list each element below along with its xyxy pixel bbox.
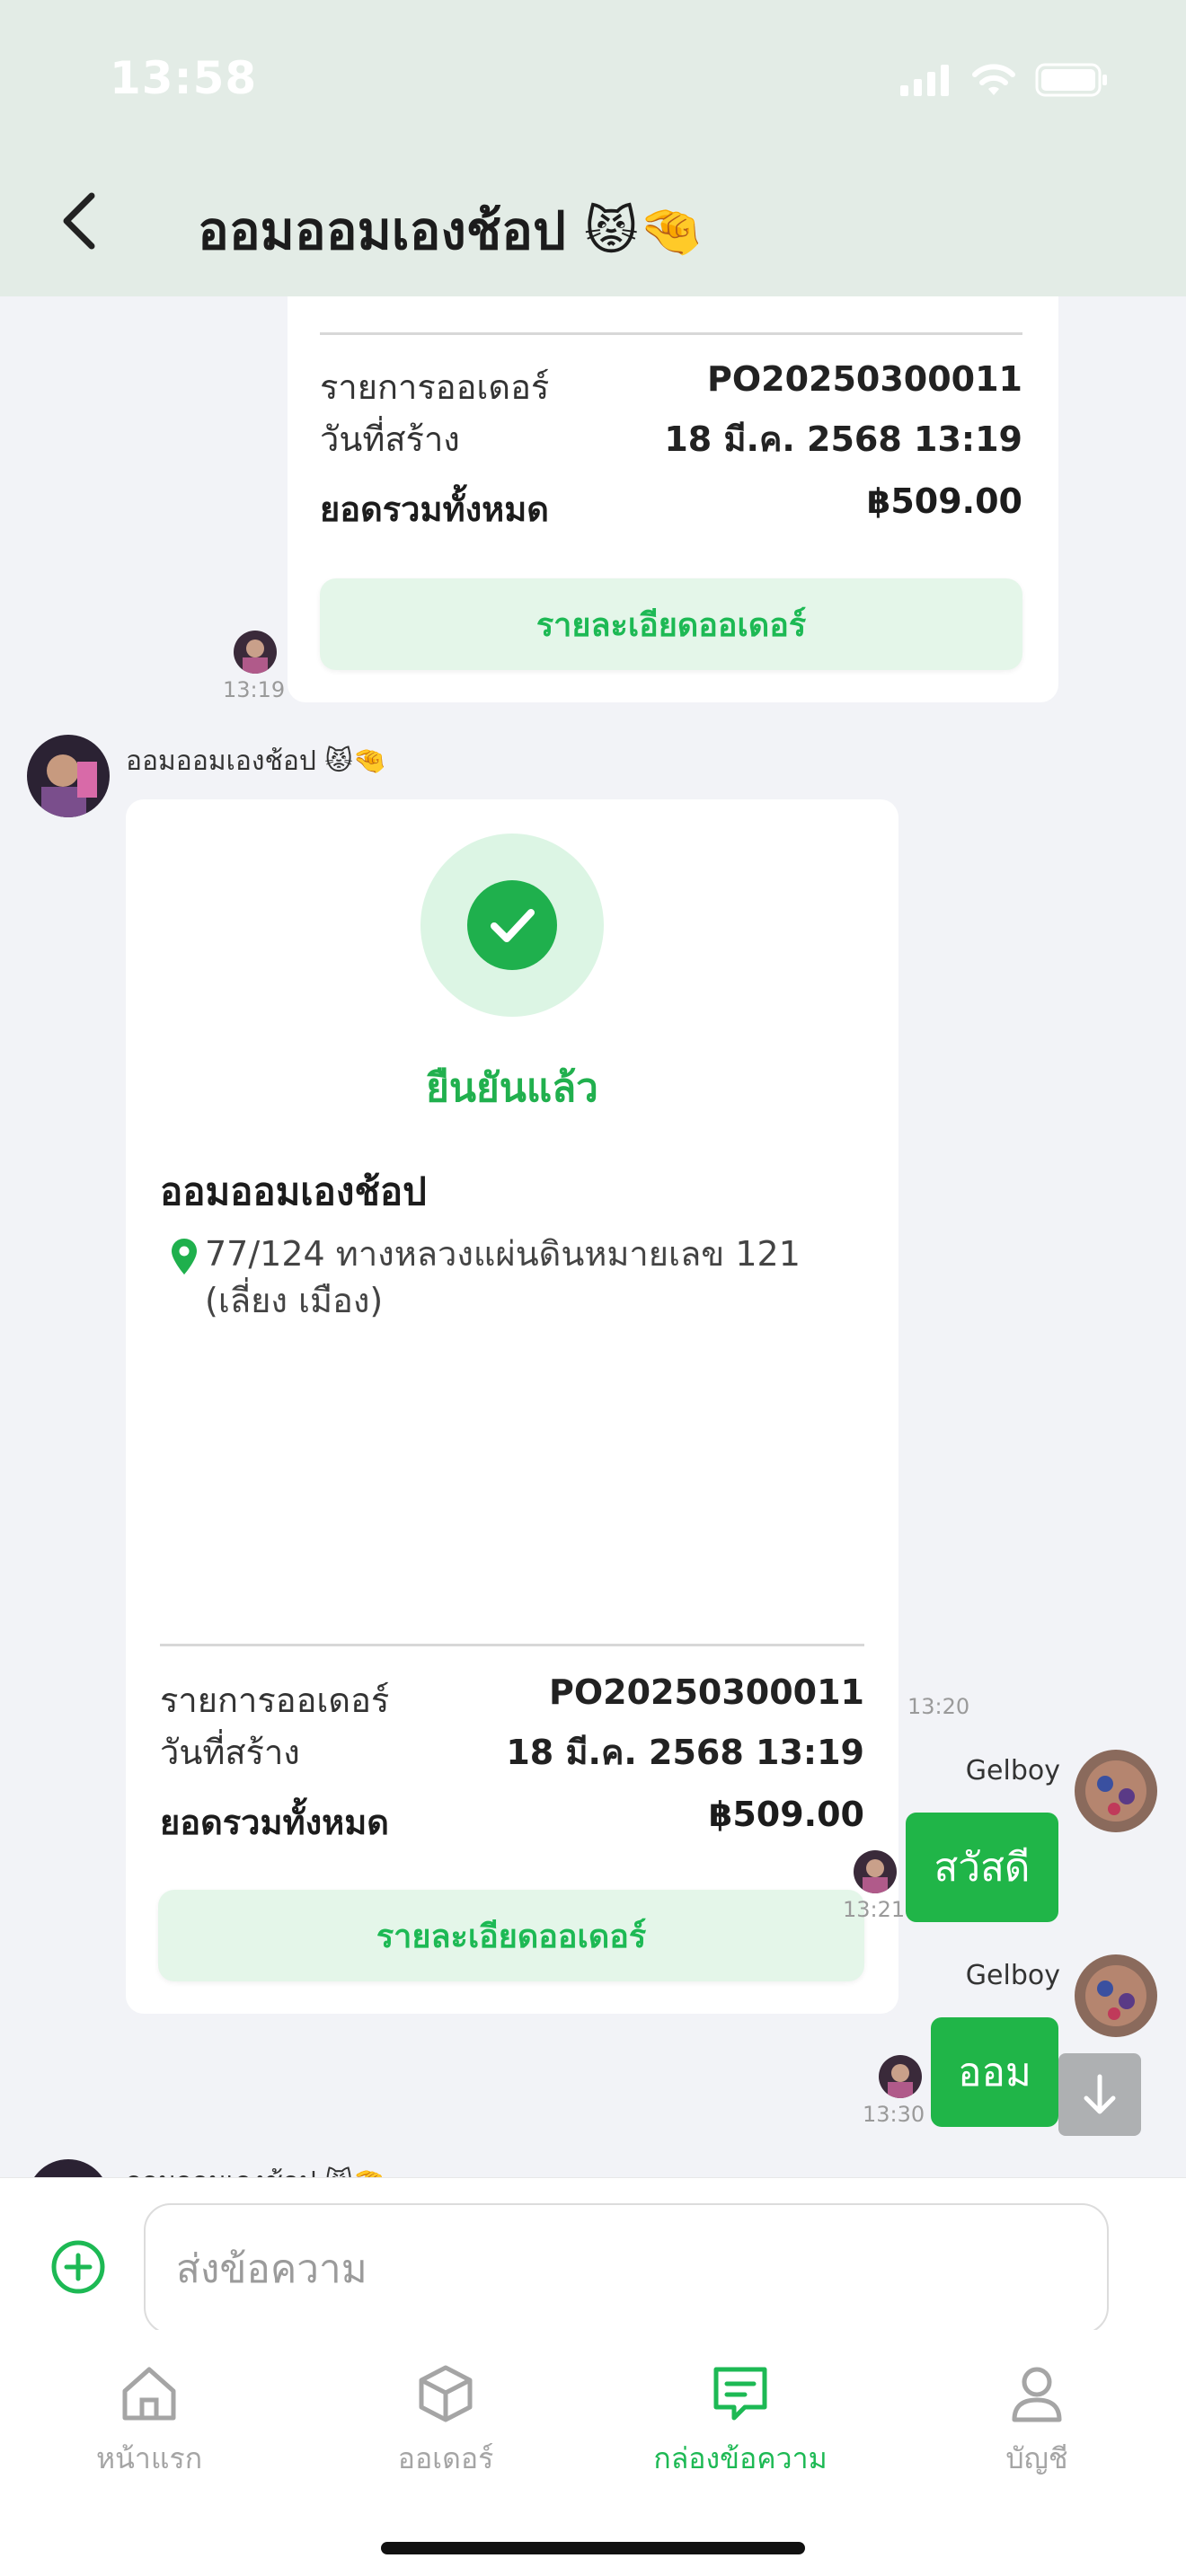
- status-bar: 13:58: [0, 0, 1186, 158]
- shop-avatar[interactable]: [27, 735, 110, 817]
- home-icon: [122, 2367, 176, 2421]
- read-avatar: [854, 1850, 897, 1893]
- wifi-icon: [972, 64, 1015, 95]
- nav-item-inbox[interactable]: กล่องข้อความ: [624, 2362, 857, 2482]
- order-total-value: ฿509.00: [866, 481, 1022, 521]
- user-sender-name: Gelboy: [965, 1755, 1060, 1786]
- order-date-row: วันที่สร้าง 18 มี.ค. 2568 13:19: [160, 1725, 864, 1779]
- read-avatar: [879, 2055, 922, 2098]
- message-timestamp: 13:19: [223, 677, 286, 702]
- nav-label: ออเดอร์: [397, 2441, 494, 2475]
- scroll-to-bottom-button[interactable]: [1058, 2053, 1141, 2136]
- order-total-row: ยอดรวมทั้งหมด ฿509.00: [320, 481, 1022, 536]
- order-status: ยืนยันแล้ว: [426, 1065, 598, 1111]
- bottom-nav: หน้าแรก ออเดอร์ กล่องข้อความ บัญชี: [0, 2330, 1186, 2576]
- nav-item-account[interactable]: บัญชี: [920, 2362, 1154, 2482]
- card-divider: [320, 332, 1022, 335]
- order-number-value: PO20250300011: [549, 1672, 864, 1712]
- order-total-row: ยอดรวมทั้งหมด ฿509.00: [160, 1795, 864, 1849]
- order-number-label: รายการออเดอร์: [160, 1681, 390, 1720]
- order-date-value: 18 มี.ค. 2568 13:19: [506, 1733, 864, 1772]
- order-date-label: วันที่สร้าง: [320, 419, 460, 459]
- read-avatar: [234, 631, 277, 674]
- nav-label: หน้าแรก: [95, 2441, 203, 2475]
- chat-bubble-outgoing[interactable]: สวัสดี: [906, 1813, 1058, 1922]
- nav-label: กล่องข้อความ: [653, 2441, 828, 2475]
- shop-name: ออมออมเองช้อป: [160, 1169, 427, 1213]
- add-attachment-icon[interactable]: [50, 2239, 106, 2295]
- shop-sender-name: ออมออมเองช้อป 😾🤏: [126, 2161, 386, 2177]
- nav-item-orders[interactable]: ออเดอร์: [329, 2362, 562, 2482]
- status-time: 13:58: [110, 52, 258, 104]
- message-timestamp: 13:21: [843, 1897, 906, 1922]
- order-date-row: วันที่สร้าง 18 มี.ค. 2568 13:19: [320, 411, 1022, 466]
- top-header: 13:58 ออมออมเองช้อป 😾🤏: [0, 0, 1186, 296]
- message-input[interactable]: [144, 2203, 1109, 2334]
- status-icons: [898, 63, 1109, 97]
- shop-address: 77/124 ทางหลวงแผ่นดินหมายเลข 121 (เลี่ยง…: [205, 1234, 801, 1320]
- order-total-label: ยอดรวมทั้งหมด: [160, 1803, 389, 1842]
- card-divider: [160, 1644, 864, 1646]
- message-timestamp: 13:20: [907, 1694, 970, 1719]
- order-date-value: 18 มี.ค. 2568 13:19: [664, 419, 1022, 459]
- chat-area[interactable]: รายการออเดอร์ PO20250300011 วันที่สร้าง …: [0, 296, 1186, 2177]
- order-number-row: รายการออเดอร์ PO20250300011: [320, 359, 1022, 414]
- user-avatar[interactable]: [1075, 1954, 1157, 2037]
- order-date-label: วันที่สร้าง: [160, 1733, 300, 1772]
- location-pin-icon: [172, 1239, 197, 1275]
- order-details-button[interactable]: รายละเอียดออเดอร์: [320, 578, 1022, 670]
- home-indicator: [381, 2542, 805, 2554]
- box-icon: [419, 2365, 473, 2422]
- order-total-label: ยอดรวมทั้งหมด: [320, 490, 549, 529]
- signal-icon: [900, 65, 949, 96]
- chat-bubble-outgoing[interactable]: ออม: [931, 2017, 1058, 2127]
- message-icon: [713, 2367, 767, 2421]
- user-avatar[interactable]: [1075, 1750, 1157, 1832]
- order-confirmed-card: ยืนยันแล้ว ออมออมเองช้อป 77/124 ทางหลวงแ…: [126, 799, 898, 2014]
- message-timestamp: 13:30: [863, 2102, 925, 2127]
- nav-item-home[interactable]: หน้าแรก: [32, 2362, 266, 2482]
- back-arrow-icon[interactable]: [56, 185, 102, 257]
- nav-label: บัญชี: [1005, 2441, 1068, 2475]
- check-icon: [491, 909, 535, 942]
- confirmed-badge: [420, 834, 604, 1017]
- user-icon: [1012, 2367, 1062, 2422]
- arrow-down-icon: [1084, 2074, 1116, 2114]
- shop-sender-name: ออมออมเองช้อป 😾🤏: [126, 745, 387, 777]
- order-total-value: ฿509.00: [708, 1795, 864, 1834]
- message-composer: [0, 2177, 1186, 2334]
- battery-icon: [1035, 63, 1107, 97]
- chat-title: ออมออมเองช้อป 😾🤏: [198, 200, 704, 261]
- user-sender-name: Gelboy: [965, 1960, 1060, 1991]
- shop-avatar[interactable]: [27, 2159, 110, 2177]
- order-card: รายการออเดอร์ PO20250300011 วันที่สร้าง …: [288, 296, 1058, 702]
- order-number-label: รายการออเดอร์: [320, 367, 550, 407]
- order-details-button[interactable]: รายละเอียดออเดอร์: [158, 1890, 864, 1981]
- order-number-value: PO20250300011: [707, 359, 1022, 399]
- order-number-row: รายการออเดอร์ PO20250300011: [160, 1672, 864, 1727]
